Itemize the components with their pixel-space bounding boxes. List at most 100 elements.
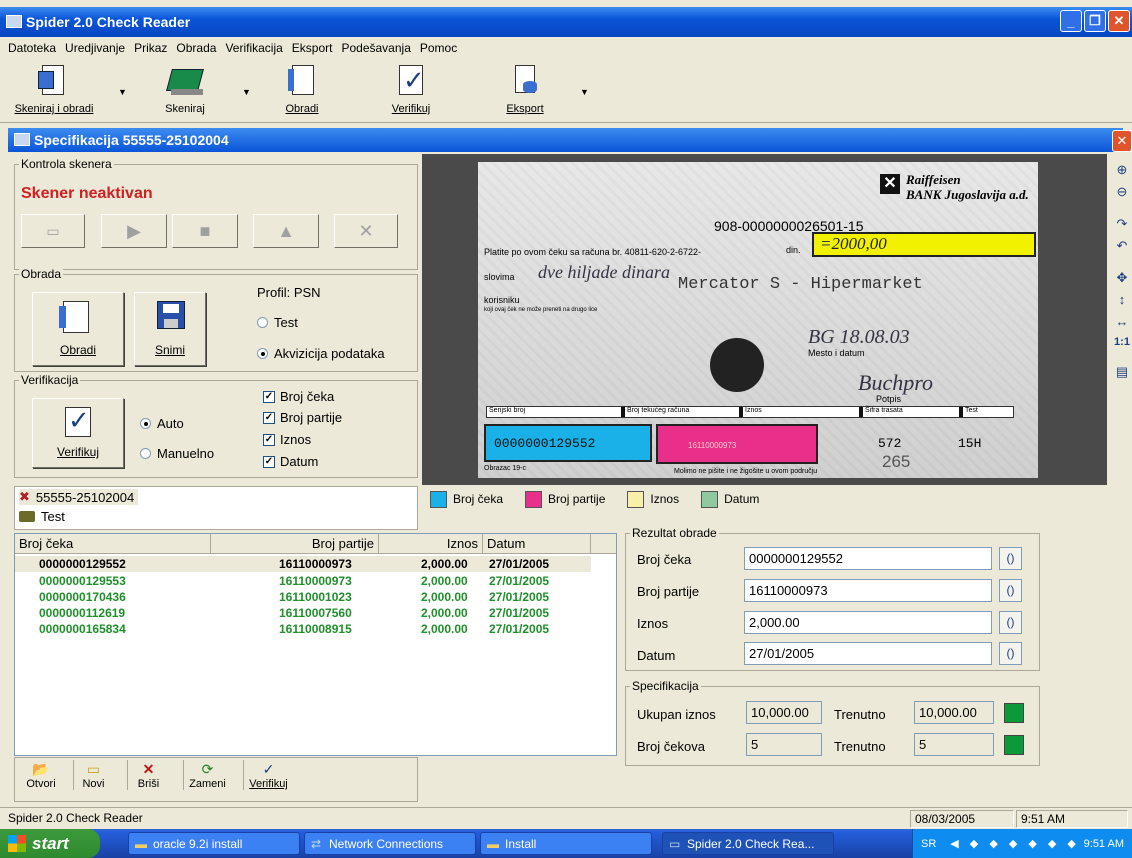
result-check-no-label: Broj čeka xyxy=(637,552,692,567)
result-check-no-field[interactable]: 0000000129552 xyxy=(744,547,992,570)
scan-process-label: Skeniraj i obradi xyxy=(14,103,94,115)
scan-process-dropdown-icon[interactable]: ▼ xyxy=(118,87,127,97)
menu-uredjivanje[interactable]: Uredjivanje xyxy=(65,41,125,55)
close-button[interactable]: ✕ xyxy=(1108,10,1130,32)
table-row[interactable]: 0000000112619 16110007560 2,000.00 27/01… xyxy=(15,605,591,621)
scanner-disconnect-button[interactable]: ✕ xyxy=(334,214,398,248)
print-icon[interactable]: ▤ xyxy=(1114,364,1130,380)
save-button[interactable]: Snimi xyxy=(134,292,206,366)
zoom-out-icon[interactable]: ⊖ xyxy=(1114,184,1130,200)
radio-auto-dot xyxy=(140,418,151,429)
minimize-button[interactable]: _ xyxy=(1060,10,1082,32)
scanner-eject-button[interactable]: ▲ xyxy=(253,214,319,248)
list-verify-button[interactable]: ✓ Verifikuj xyxy=(243,760,293,790)
export-button[interactable]: Eksport xyxy=(500,63,550,115)
status-date: 08/03/2005 xyxy=(910,810,1014,828)
checkbox-check-no[interactable]: ✓ Broj čeka xyxy=(263,389,334,404)
result-account-button[interactable]: () xyxy=(999,579,1022,602)
pan-icon[interactable]: ✥ xyxy=(1114,270,1130,286)
menu-obrada[interactable]: Obrada xyxy=(176,41,216,55)
main-toolbar: Skeniraj i obradi ▼ Skeniraj ▼ Obradi ✓ … xyxy=(0,59,1132,123)
task-network[interactable]: ⇄ Network Connections xyxy=(304,832,476,855)
rotate-left-icon[interactable]: ↶ xyxy=(1114,238,1130,254)
scan-button[interactable]: Skeniraj xyxy=(150,63,220,115)
document-close-button[interactable]: ✕ xyxy=(1112,130,1132,152)
tree-child-label: Test xyxy=(41,509,65,524)
radio-acquisition[interactable]: Akvizicija podataka xyxy=(257,346,385,361)
status-text: Spider 2.0 Check Reader xyxy=(8,811,143,825)
table-row[interactable]: 0000000170436 16110001023 2,000.00 27/01… xyxy=(15,589,591,605)
language-indicator[interactable]: SR xyxy=(921,838,936,850)
verify-big-button[interactable]: ✓ Verifikuj xyxy=(32,398,124,468)
menu-verifikacija[interactable]: Verifikacija xyxy=(225,41,282,55)
legend-swatch xyxy=(627,490,645,508)
result-date-button[interactable]: () xyxy=(999,642,1022,665)
result-amount-button[interactable]: () xyxy=(999,611,1022,634)
radio-manual[interactable]: Manuelno xyxy=(140,446,214,461)
rotate-right-icon[interactable]: ↷ xyxy=(1114,216,1130,232)
scanner-status: Skener neaktivan xyxy=(21,185,153,202)
actual-size-icon[interactable]: 1:1 xyxy=(1114,336,1130,352)
scanner-play-button[interactable]: ▶ xyxy=(101,214,167,248)
result-amount-field[interactable]: 2,000.00 xyxy=(744,611,992,634)
profile-label: Profil: PSN xyxy=(257,285,321,300)
column-account[interactable]: Broj partije xyxy=(211,534,379,554)
maximize-button[interactable]: ❐ xyxy=(1084,10,1106,32)
menu-prikaz[interactable]: Prikaz xyxy=(134,41,167,55)
new-button[interactable]: ▭ Novi xyxy=(73,760,113,790)
row-amount: 2,000.00 xyxy=(421,606,468,620)
scanner-stop-button[interactable]: ■ xyxy=(172,214,238,248)
result-account-field[interactable]: 16110000973 xyxy=(744,579,992,602)
task-oracle[interactable]: ▬ oracle 9.2i install xyxy=(128,832,300,855)
task-install[interactable]: ▬ Install xyxy=(480,832,652,855)
tray-icons[interactable]: ◀ ◆ ◆ ◆ ◆ ◆ ◆ xyxy=(950,837,1080,850)
replace-icon: ⟳ xyxy=(201,761,214,777)
scan-dropdown-icon[interactable]: ▼ xyxy=(242,87,251,97)
menu-pomoc[interactable]: Pomoc xyxy=(420,41,457,55)
scanner-device-button[interactable]: ▭ xyxy=(21,214,85,248)
menu-podesavanja[interactable]: Podešavanja xyxy=(341,41,410,55)
bank-name: Raiffeisen xyxy=(906,172,961,187)
column-date[interactable]: Datum xyxy=(483,534,591,554)
check-korisniku: korisniku xyxy=(484,295,520,305)
export-dropdown-icon[interactable]: ▼ xyxy=(580,87,589,97)
verify-button[interactable]: ✓ Verifikuj xyxy=(386,63,436,115)
radio-test[interactable]: Test xyxy=(257,315,298,330)
window-title: Spider 2.0 Check Reader xyxy=(26,14,191,30)
task-spider[interactable]: ▭ Spider 2.0 Check Rea... xyxy=(662,832,834,855)
table-row[interactable]: 0000000129553 16110000973 2,000.00 27/01… xyxy=(15,573,591,589)
replace-button[interactable]: ⟳ Zameni xyxy=(183,760,231,790)
process-big-button[interactable]: Obradi xyxy=(32,292,124,366)
result-check-no-button[interactable]: () xyxy=(999,547,1022,570)
checkbox-account[interactable]: ✓ Broj partije xyxy=(263,410,342,425)
row-account: 16110000973 xyxy=(279,574,352,588)
legend-label: Datum xyxy=(724,492,760,506)
tree-root[interactable]: ✖ 55555-25102004 xyxy=(19,489,139,505)
menu-eksport[interactable]: Eksport xyxy=(292,41,333,55)
check-signature: Buchpro xyxy=(858,370,933,395)
row-amount: 2,000.00 xyxy=(421,590,468,604)
table-row[interactable]: 0000000129552 16110000973 2,000.00 27/01… xyxy=(15,556,591,572)
fit-height-icon[interactable]: ↕ xyxy=(1114,292,1130,308)
fit-width-icon[interactable]: ↔ xyxy=(1114,314,1130,330)
scan-process-button[interactable]: Skeniraj i obradi xyxy=(8,63,100,115)
tree-child[interactable]: Test xyxy=(19,509,65,524)
start-button[interactable]: start xyxy=(0,829,100,858)
table-row[interactable]: 0000000165834 16110008915 2,000.00 27/01… xyxy=(15,621,591,637)
open-button[interactable]: 📂 Otvori xyxy=(21,760,61,790)
process-button[interactable]: Obradi xyxy=(282,63,322,115)
legend-swatch xyxy=(701,490,719,508)
column-check-no[interactable]: Broj čeka xyxy=(15,534,211,554)
checkbox-date[interactable]: ✓ Datum xyxy=(263,454,318,469)
menu-datoteka[interactable]: Datoteka xyxy=(8,41,56,55)
checkbox-amount[interactable]: ✓ Iznos xyxy=(263,432,311,447)
result-date-field[interactable]: 27/01/2005 xyxy=(744,642,992,665)
radio-auto[interactable]: Auto xyxy=(140,416,184,431)
scanner-group-label: Kontrola skenera xyxy=(19,157,114,171)
zoom-in-icon[interactable]: ⊕ xyxy=(1114,162,1130,178)
scanner-device-icon: ▭ xyxy=(46,222,60,239)
delete-button[interactable]: ✕ Briši xyxy=(127,760,169,790)
result-group: Rezultat obrade Broj čeka 0000000129552 … xyxy=(625,526,1040,671)
verify-big-icon: ✓ xyxy=(65,406,91,437)
column-amount[interactable]: Iznos xyxy=(379,534,483,554)
